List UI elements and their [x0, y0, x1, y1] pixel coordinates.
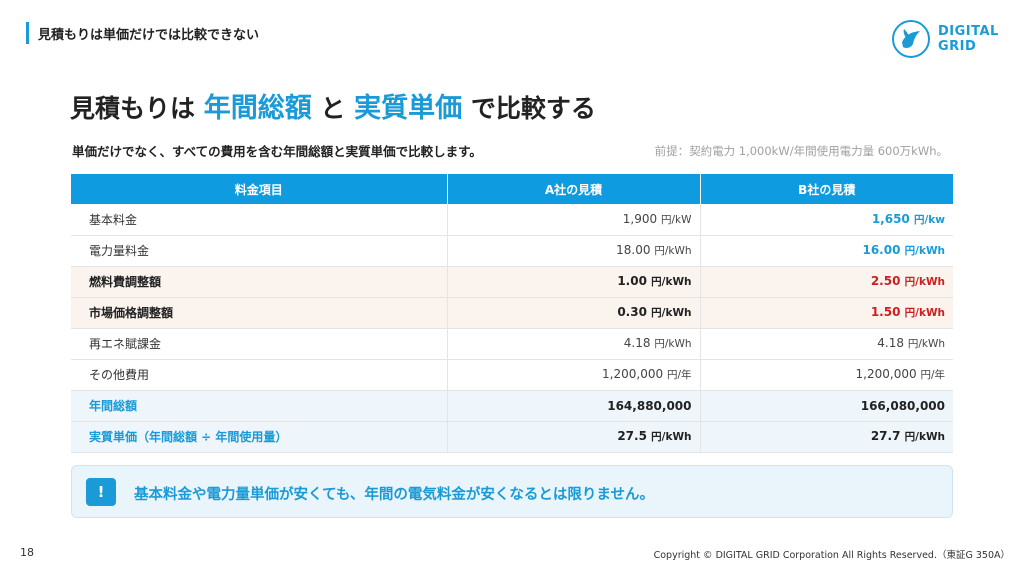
page-number: 18 [20, 546, 34, 559]
company-a-value: 4.18 円/kWh [447, 328, 701, 360]
headline-part2: と [311, 94, 355, 123]
table-row: 市場価格調整額 0.30 円/kWh 1.50 円/kWh [71, 297, 953, 329]
company-b-value: 1.50 円/kWh [700, 297, 953, 329]
premise-note: 前提：契約電力 1,000kW/年間使用電力量 600万kWh。 [654, 144, 948, 158]
company-a-value: 27.5 円/kWh [447, 421, 701, 453]
company-a-value: 1,900 円/kW [447, 204, 701, 236]
company-b-value: 166,080,000 [700, 390, 953, 422]
company-a-value: 0.30 円/kWh [447, 297, 701, 329]
row-label: 実質単価（年間総額 ÷ 年間使用量） [71, 421, 448, 453]
table-row: 再エネ賦課金 4.18 円/kWh 4.18 円/kWh [71, 328, 953, 360]
company-a-value: 18.00 円/kWh [447, 235, 701, 267]
row-label: 基本料金 [71, 204, 448, 236]
logo-line2: GRID [938, 39, 977, 54]
logo-text: DIGITAL GRID [938, 24, 999, 54]
comparison-table: 料金項目 A社の見積 B社の見積 基本料金 1,900 円/kW 1,650 円… [71, 174, 953, 453]
header-company-a: A社の見積 [447, 174, 701, 204]
row-label: その他費用 [71, 359, 448, 391]
headline-highlight-effective-unit-price: 実質単価 [354, 93, 463, 124]
company-b-value: 4.18 円/kWh [700, 328, 953, 360]
company-a-value: 1.00 円/kWh [447, 266, 701, 298]
table-row: 基本料金 1,900 円/kW 1,650 円/kw [71, 204, 953, 236]
section-title: 見積もりは単価だけでは比較できない [38, 28, 260, 43]
company-a-value: 164,880,000 [447, 390, 701, 422]
header-company-b: B社の見積 [700, 174, 953, 204]
company-b-value: 1,200,000 円/年 [700, 359, 953, 391]
company-b-value: 27.7 円/kWh [700, 421, 953, 453]
table-row-effective-unit-price: 実質単価（年間総額 ÷ 年間使用量） 27.5 円/kWh 27.7 円/kWh [71, 421, 953, 453]
company-b-value: 2.50 円/kWh [700, 266, 953, 298]
copyright-notice: Copyright © DIGITAL GRID Corporation All… [653, 550, 1010, 561]
row-label: 市場価格調整額 [71, 297, 448, 329]
row-label: 電力量料金 [71, 235, 448, 267]
section-accent-bar [26, 22, 29, 44]
header-item: 料金項目 [71, 174, 448, 204]
digital-grid-logo: DIGITAL GRID [892, 18, 1012, 62]
logo-line1: DIGITAL [938, 24, 999, 39]
table-row: 電力量料金 18.00 円/kWh 16.00 円/kWh [71, 235, 953, 267]
logo-bird-icon [892, 20, 930, 58]
table-row-annual-total: 年間総額 164,880,000 166,080,000 [71, 390, 953, 422]
headline-part1: 見積もりは [70, 94, 204, 123]
row-label: 再エネ賦課金 [71, 328, 448, 360]
page-headline: 見積もりは 年間総額 と 実質単価 で比較する [70, 86, 596, 125]
company-b-value: 1,650 円/kw [700, 204, 953, 236]
row-label: 燃料費調整額 [71, 266, 448, 298]
table-row: 燃料費調整額 1.00 円/kWh 2.50 円/kWh [71, 266, 953, 298]
exclamation-icon: ! [86, 478, 116, 506]
headline-part3: で比較する [462, 94, 596, 123]
table-header-row: 料金項目 A社の見積 B社の見積 [71, 174, 953, 204]
company-a-value: 1,200,000 円/年 [447, 359, 701, 391]
page-subtitle: 単価だけでなく、すべての費用を含む年間総額と実質単価で比較します。 [72, 144, 482, 159]
headline-highlight-annual-total: 年間総額 [203, 93, 312, 124]
table-row: その他費用 1,200,000 円/年 1,200,000 円/年 [71, 359, 953, 391]
company-b-value: 16.00 円/kWh [700, 235, 953, 267]
notice-text: 基本料金や電力量単価が安くても、年間の電気料金が安くなるとは限りません。 [134, 487, 654, 503]
notice-box: ! 基本料金や電力量単価が安くても、年間の電気料金が安くなるとは限りません。 [71, 465, 953, 518]
row-label: 年間総額 [71, 390, 448, 422]
